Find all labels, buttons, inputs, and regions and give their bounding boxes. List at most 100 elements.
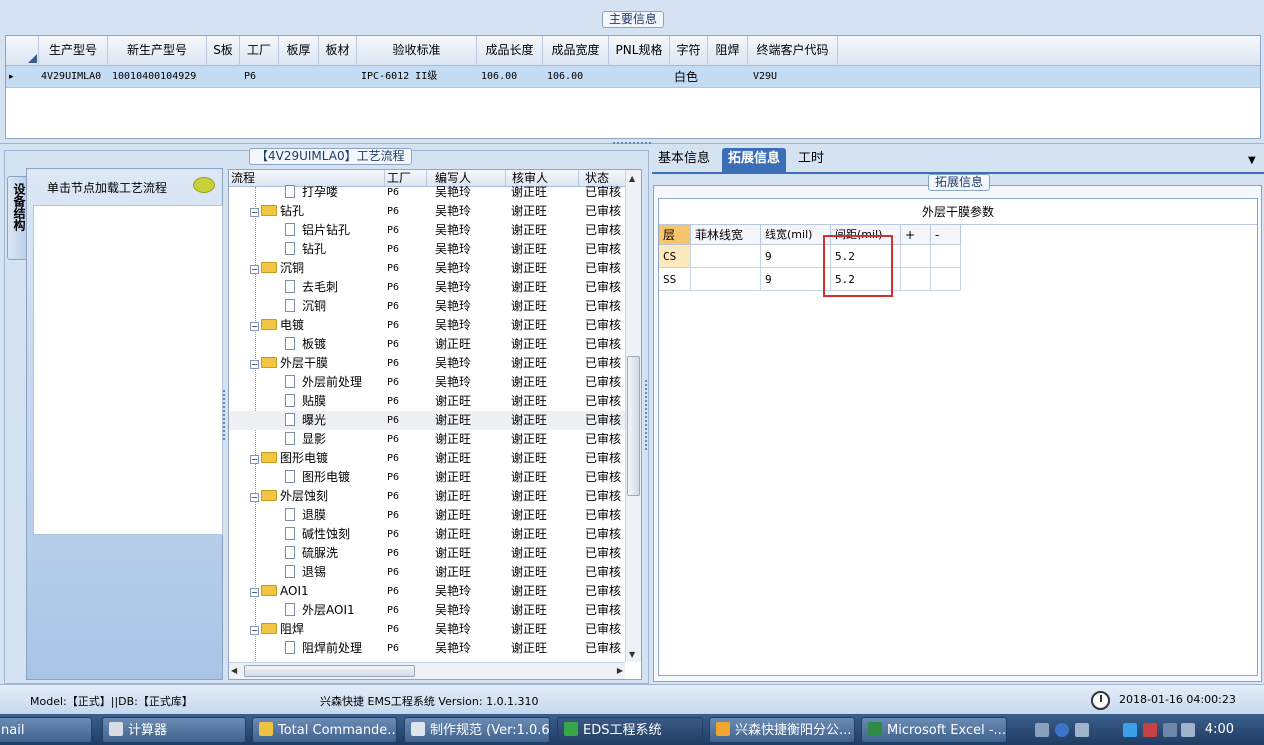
cell-writer[interactable]: 吴艳玲 bbox=[435, 601, 471, 620]
taskbar-item[interactable]: 制作规范 (Ver:1.0.6) bbox=[404, 717, 550, 743]
cell-checker[interactable]: 谢正旺 bbox=[511, 582, 547, 601]
cell-writer[interactable]: 吴艳玲 bbox=[435, 620, 471, 639]
tree-folder-row[interactable]: − 外层干膜 P6 吴艳玲 谢正旺 已审核 bbox=[229, 354, 626, 373]
cell-writer[interactable]: 谢正旺 bbox=[435, 487, 471, 506]
col-header[interactable]: 成品长度 bbox=[477, 36, 543, 66]
cell-checker[interactable]: 谢正旺 bbox=[511, 639, 547, 658]
cell-writer[interactable]: 吴艳玲 bbox=[435, 202, 471, 221]
tree-leaf-row[interactable]: 贴膜 P6 谢正旺 谢正旺 已审核 bbox=[229, 392, 626, 411]
cell-factory[interactable]: P6 bbox=[387, 411, 399, 430]
cell-status[interactable]: 已审核 bbox=[585, 487, 621, 506]
tree-node[interactable]: − AOI1 bbox=[250, 582, 309, 601]
cell-s-board[interactable] bbox=[207, 66, 240, 88]
cell-writer[interactable]: 谢正旺 bbox=[435, 430, 471, 449]
add-column-button[interactable]: + bbox=[901, 225, 931, 245]
cell-factory[interactable]: P6 bbox=[387, 601, 399, 620]
tree-leaf-row[interactable]: 碱性蚀刻 P6 谢正旺 谢正旺 已审核 bbox=[229, 525, 626, 544]
tree-node[interactable]: 外层AOI1 bbox=[285, 601, 355, 620]
tree-node[interactable]: 贴膜 bbox=[285, 392, 326, 411]
cell-writer[interactable]: 谢正旺 bbox=[435, 544, 471, 563]
cell-writer[interactable]: 谢正旺 bbox=[435, 563, 471, 582]
cell-factory[interactable]: P6 bbox=[387, 183, 399, 202]
tree-node[interactable]: 阻焊前处理 bbox=[285, 639, 362, 658]
scroll-left-icon[interactable]: ◀ bbox=[231, 666, 237, 675]
cell-factory[interactable]: P6 bbox=[387, 240, 399, 259]
dry-film-param-grid[interactable]: 外层干膜参数 层 菲林线宽 线宽(mil) 间距(mil) + - CS 9 5… bbox=[658, 198, 1258, 676]
tree-node[interactable]: 沉铜 bbox=[285, 297, 326, 316]
col-header[interactable]: 字符 bbox=[670, 36, 708, 66]
cell-factory[interactable]: P6 bbox=[387, 316, 399, 335]
tree-node[interactable]: 去毛刺 bbox=[285, 278, 338, 297]
tab-dropdown-icon[interactable]: ▼ bbox=[1248, 155, 1256, 166]
col-header[interactable]: 验收标准 bbox=[357, 36, 477, 66]
cell-status[interactable]: 已审核 bbox=[585, 582, 621, 601]
cell-writer[interactable]: 吴艳玲 bbox=[435, 240, 471, 259]
cell-pnl[interactable] bbox=[609, 66, 670, 88]
col-header[interactable]: 层 bbox=[659, 225, 691, 245]
node-list[interactable] bbox=[33, 205, 223, 535]
cell-checker[interactable]: 谢正旺 bbox=[511, 392, 547, 411]
cell-checker[interactable]: 谢正旺 bbox=[511, 183, 547, 202]
cell-factory[interactable]: P6 bbox=[387, 563, 399, 582]
tree-leaf-row[interactable]: 打孕喽 P6 吴艳玲 谢正旺 已审核 bbox=[229, 183, 626, 202]
hscroll-thumb[interactable] bbox=[244, 665, 415, 677]
splitter-handle[interactable] bbox=[613, 142, 651, 146]
left-splitter-handle[interactable] bbox=[223, 390, 227, 440]
cell-status[interactable]: 已审核 bbox=[585, 525, 621, 544]
cell-checker[interactable]: 谢正旺 bbox=[511, 411, 547, 430]
cell-factory[interactable]: P6 bbox=[387, 487, 399, 506]
tree-leaf-row[interactable]: 硫脲洗 P6 谢正旺 谢正旺 已审核 bbox=[229, 544, 626, 563]
cell-writer[interactable]: 吴艳玲 bbox=[435, 278, 471, 297]
tree-node[interactable]: − 电镀 bbox=[250, 316, 304, 335]
cell-checker[interactable]: 谢正旺 bbox=[511, 373, 547, 392]
cell-factory[interactable]: P6 bbox=[387, 392, 399, 411]
cell-checker[interactable]: 谢正旺 bbox=[511, 202, 547, 221]
cell-checker[interactable]: 谢正旺 bbox=[511, 354, 547, 373]
cell-factory[interactable]: P6 bbox=[387, 430, 399, 449]
cell-writer[interactable]: 吴艳玲 bbox=[435, 373, 471, 392]
cell-writer[interactable]: 吴艳玲 bbox=[435, 639, 471, 658]
usb-icon[interactable] bbox=[1075, 723, 1089, 737]
cell-checker[interactable]: 谢正旺 bbox=[511, 487, 547, 506]
cell-checker[interactable]: 谢正旺 bbox=[511, 525, 547, 544]
cell-status[interactable]: 已审核 bbox=[585, 620, 621, 639]
cell-status[interactable]: 已审核 bbox=[585, 449, 621, 468]
collapse-icon[interactable]: − bbox=[250, 265, 259, 274]
table-row[interactable]: ▸ 4V29UIMLA0 10010400104929 P6 IPC-6012 … bbox=[6, 66, 1260, 88]
scroll-up-icon[interactable]: ▲ bbox=[629, 174, 635, 183]
tree-leaf-row[interactable]: 图形电镀 P6 谢正旺 谢正旺 已审核 bbox=[229, 468, 626, 487]
cell-customer-code[interactable]: V29U bbox=[751, 66, 838, 88]
tree-leaf-row[interactable]: 沉铜 P6 吴艳玲 谢正旺 已审核 bbox=[229, 297, 626, 316]
cell-status[interactable]: 已审核 bbox=[585, 411, 621, 430]
tree-leaf-row[interactable]: 外层前处理 P6 吴艳玲 谢正旺 已审核 bbox=[229, 373, 626, 392]
cell-film-width[interactable] bbox=[691, 268, 761, 291]
tree-leaf-row[interactable]: 钻孔 P6 吴艳玲 谢正旺 已审核 bbox=[229, 240, 626, 259]
taskbar-item[interactable]: Total Commande... bbox=[252, 717, 397, 743]
cell-factory[interactable]: P6 bbox=[387, 506, 399, 525]
cell-writer[interactable]: 谢正旺 bbox=[435, 411, 471, 430]
cell-factory[interactable]: P6 bbox=[387, 373, 399, 392]
tab-extended-info[interactable]: 拓展信息 bbox=[722, 148, 787, 172]
cell-status[interactable]: 已审核 bbox=[585, 240, 621, 259]
cell-checker[interactable]: 谢正旺 bbox=[511, 297, 547, 316]
col-header[interactable]: 板厚 bbox=[279, 36, 319, 66]
col-header[interactable]: 线宽(mil) bbox=[761, 225, 831, 245]
collapse-icon[interactable]: − bbox=[250, 626, 259, 635]
cell-status[interactable]: 已审核 bbox=[585, 278, 621, 297]
tree-folder-row[interactable]: − 阻焊 P6 吴艳玲 谢正旺 已审核 bbox=[229, 620, 626, 639]
collapse-icon[interactable]: − bbox=[250, 588, 259, 597]
col-header[interactable]: 菲林线宽 bbox=[691, 225, 761, 245]
cell-new-model[interactable]: 10010400104929 bbox=[110, 66, 207, 88]
help-icon[interactable] bbox=[1055, 723, 1069, 737]
tree-leaf-row[interactable]: 退膜 P6 谢正旺 谢正旺 已审核 bbox=[229, 506, 626, 525]
tree-node[interactable]: − 外层干膜 bbox=[250, 354, 328, 373]
cell-status[interactable]: 已审核 bbox=[585, 639, 621, 658]
col-header[interactable]: 生产型号 bbox=[39, 36, 108, 66]
cell-status[interactable]: 已审核 bbox=[585, 335, 621, 354]
center-splitter-handle[interactable] bbox=[645, 380, 649, 450]
tab-work-hours[interactable]: 工时 bbox=[792, 148, 830, 172]
cell-status[interactable]: 已审核 bbox=[585, 183, 621, 202]
cell-status[interactable]: 已审核 bbox=[585, 430, 621, 449]
cell-checker[interactable]: 谢正旺 bbox=[511, 544, 547, 563]
tree-node[interactable]: 硫脲洗 bbox=[285, 544, 338, 563]
